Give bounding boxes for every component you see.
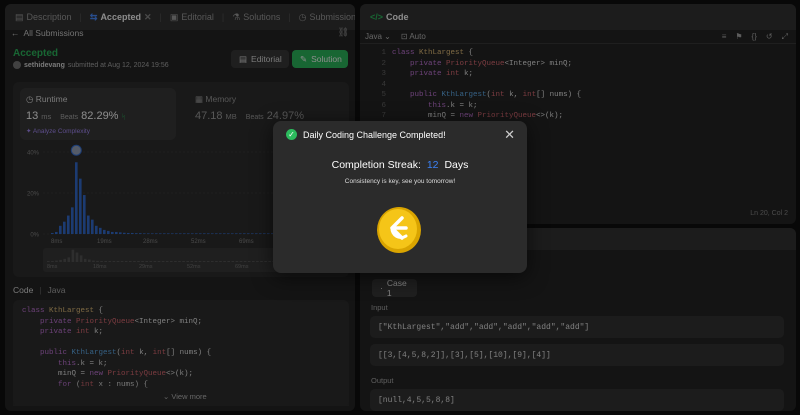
check-circle-icon: ✓: [286, 129, 297, 140]
app-root: ▤ Description | ⇆ Accepted ✕ | ▣ Editorial |…: [0, 0, 800, 415]
streak-suffix: Days: [444, 159, 469, 171]
modal-title: Daily Coding Challenge Completed!: [303, 129, 446, 140]
modal-subtitle: Consistency is key, see you tomorrow!: [344, 178, 456, 185]
streak-prefix: Completion Streak:: [331, 159, 421, 171]
close-icon[interactable]: ✕: [504, 127, 515, 143]
completion-modal: ✓ Daily Coding Challenge Completed! ✕ Co…: [273, 121, 527, 273]
streak-count: 12: [426, 159, 439, 171]
streak-line: Completion Streak: 12 Days: [273, 159, 527, 171]
coin-badge-icon: [377, 207, 421, 253]
modal-header: ✓ Daily Coding Challenge Completed!: [286, 129, 446, 140]
